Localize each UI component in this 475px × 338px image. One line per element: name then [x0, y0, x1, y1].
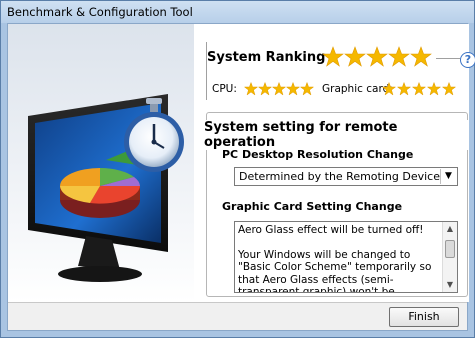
star-icon — [441, 82, 457, 96]
scroll-down-icon[interactable]: ▼ — [443, 278, 457, 292]
settings-pane: System Ranking ? CPU: Graphic card: Syst… — [194, 24, 475, 302]
star-icon — [271, 82, 287, 96]
app-window: Benchmark & Configuration Tool System Ra… — [0, 0, 475, 338]
help-icon[interactable]: ? — [460, 52, 475, 68]
system-ranking-section: System Ranking ? CPU: Graphic card: — [204, 42, 475, 100]
star-icon — [382, 82, 397, 96]
star-icon — [396, 82, 412, 96]
star-icon — [426, 82, 442, 96]
scroll-thumb[interactable] — [445, 240, 455, 258]
overall-rating-stars — [322, 46, 432, 67]
graphic-card-rating-stars — [382, 82, 457, 96]
remote-operation-title: System setting for remote operation — [202, 120, 469, 150]
resolution-select[interactable]: Determined by the Remoting Device ▼ — [234, 167, 458, 186]
ranking-title: System Ranking — [207, 50, 326, 65]
window-title: Benchmark & Configuration Tool — [1, 1, 474, 23]
cpu-label: CPU: — [212, 83, 237, 95]
star-icon — [244, 82, 259, 96]
footer-bar: Finish — [8, 302, 467, 330]
scroll-up-icon[interactable]: ▲ — [443, 222, 457, 236]
graphic-card-heading: Graphic Card Setting Change — [222, 200, 403, 213]
vertical-scrollbar[interactable]: ▲ ▼ — [442, 222, 457, 292]
hero-illustration — [8, 24, 194, 302]
star-icon — [388, 46, 410, 67]
star-icon — [344, 46, 366, 67]
star-icon — [411, 82, 427, 96]
star-icon — [366, 46, 388, 67]
star-icon — [299, 82, 314, 96]
monitor-chart-stopwatch-illustration — [28, 94, 184, 282]
resolution-select-value: Determined by the Remoting Device — [239, 170, 440, 183]
cpu-rating-stars — [244, 82, 314, 96]
graphic-card-info-text[interactable]: Aero Glass effect will be turned off! Yo… — [234, 221, 458, 293]
star-icon — [322, 46, 344, 67]
finish-button[interactable]: Finish — [389, 307, 459, 327]
info-paragraph: Your Windows will be changed to "Basic C… — [238, 248, 432, 293]
ranking-connector-line — [436, 58, 460, 59]
graphic-card-info-content: Aero Glass effect will be turned off! Yo… — [238, 224, 438, 293]
star-icon — [410, 46, 432, 67]
resolution-heading: PC Desktop Resolution Change — [222, 148, 414, 161]
chevron-down-icon[interactable]: ▼ — [440, 169, 456, 184]
star-icon — [257, 82, 273, 96]
client-area: System Ranking ? CPU: Graphic card: Syst… — [7, 23, 475, 331]
info-paragraph: Aero Glass effect will be turned off! — [238, 224, 424, 236]
star-icon — [285, 82, 301, 96]
